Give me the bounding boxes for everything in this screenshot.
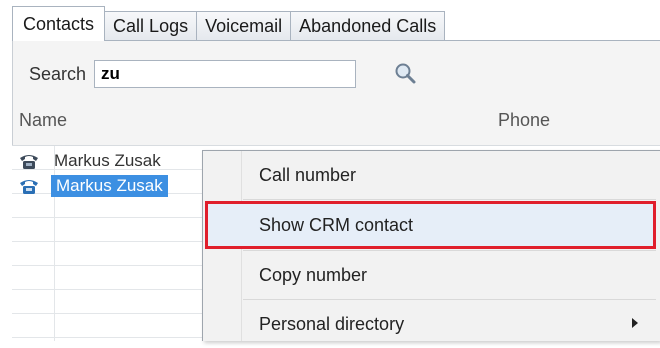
menu-separator — [243, 199, 656, 200]
menu-item-copy-number[interactable]: Copy number — [243, 251, 660, 299]
contact-name: Markus Zusak — [54, 151, 161, 170]
menu-item-label: Show CRM contact — [259, 214, 414, 235]
search-row: Search — [29, 60, 357, 88]
tab-call-logs[interactable]: Call Logs — [104, 11, 198, 41]
search-label: Search — [29, 63, 87, 84]
tab-abandoned-calls[interactable]: Abandoned Calls — [290, 11, 446, 41]
telephone-icon — [20, 180, 38, 194]
tab-strip: Contacts Call Logs Voicemail Abandoned C… — [12, 6, 446, 41]
column-header-name[interactable]: Name — [19, 110, 67, 131]
contact-row-selected[interactable]: Markus Zusak — [18, 174, 168, 198]
tab-contacts[interactable]: Contacts — [12, 6, 106, 41]
contact-row[interactable]: Markus Zusak — [18, 149, 161, 173]
telephone-icon — [20, 155, 38, 169]
contact-name: Markus Zusak — [51, 175, 168, 197]
submenu-arrow-icon — [632, 318, 638, 328]
column-header-phone[interactable]: Phone — [498, 110, 550, 131]
search-input[interactable] — [94, 60, 357, 88]
context-menu: Call number Show CRM contact Copy number… — [202, 150, 660, 341]
menu-item-call-number[interactable]: Call number — [243, 151, 660, 199]
menu-item-show-crm-contact[interactable]: Show CRM contact — [205, 201, 656, 249]
menu-item-label: Copy number — [259, 264, 368, 285]
tab-voicemail[interactable]: Voicemail — [196, 11, 292, 41]
menu-item-label: Call number — [259, 164, 357, 185]
menu-item-label: Personal directory — [259, 313, 405, 334]
magnifier-icon[interactable] — [392, 60, 420, 88]
tab-divider — [12, 40, 660, 41]
